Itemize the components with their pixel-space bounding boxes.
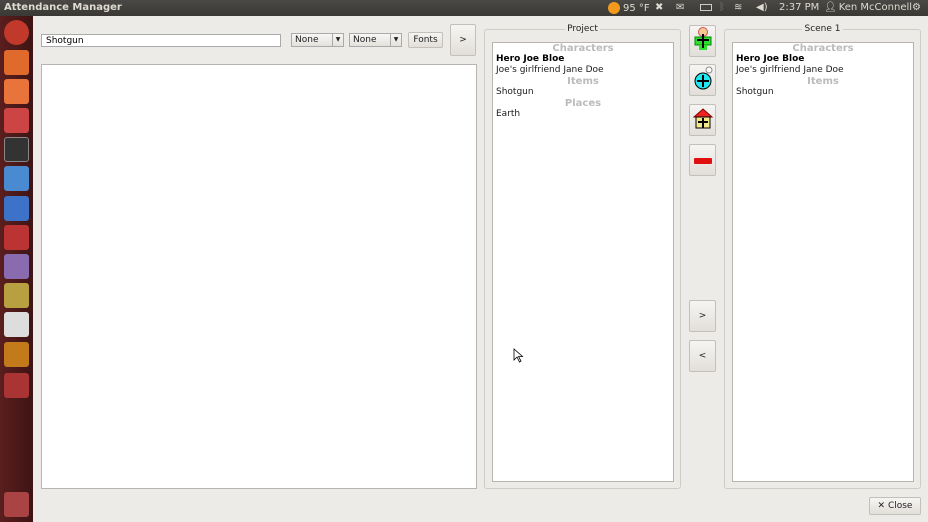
section-header: Characters <box>792 43 854 54</box>
list-item[interactable]: Shotgun <box>493 87 673 98</box>
add-character-button[interactable] <box>689 25 716 57</box>
writer-icon[interactable] <box>4 196 29 221</box>
project-group: Project Characters Hero Joe Bloe Joe's gir… <box>484 24 681 489</box>
dropbox-icon[interactable]: ✖ <box>655 2 663 13</box>
add-item-button[interactable] <box>689 64 716 96</box>
forward-button[interactable]: > <box>450 24 476 56</box>
combo-1[interactable]: None ▼ <box>291 33 344 47</box>
list-item[interactable]: Shotgun <box>733 87 913 98</box>
add-place-icon <box>692 108 713 129</box>
user-menu[interactable]: 👤︎ Ken McConnell <box>824 2 912 13</box>
settings-icon[interactable] <box>4 108 29 133</box>
chevron-down-icon: ▼ <box>390 34 401 46</box>
list-item[interactable]: Joe's girlfriend Jane Doe <box>493 65 673 76</box>
move-right-button[interactable]: > <box>689 300 716 332</box>
volume-icon[interactable]: ◀) <box>756 2 768 13</box>
text-editor-area[interactable] <box>41 64 477 489</box>
battery-icon[interactable] <box>700 4 712 11</box>
app-s-icon[interactable] <box>4 225 29 250</box>
bluetooth-icon[interactable]: ᛒ <box>719 2 725 13</box>
clock[interactable]: 2:37 PM <box>779 2 819 13</box>
list-item[interactable]: Hero Joe Bloe <box>493 54 673 65</box>
fonts-button[interactable]: Fonts <box>408 32 443 48</box>
weather-indicator[interactable]: 95 °F <box>608 2 650 14</box>
plot-creator-icon[interactable] <box>4 342 29 367</box>
remove-button[interactable] <box>689 144 716 176</box>
trash-icon[interactable] <box>4 492 29 517</box>
text-editor-icon[interactable] <box>4 312 29 337</box>
gear-icon[interactable]: ⚙ <box>912 2 921 13</box>
close-icon: ✕ <box>877 501 888 511</box>
section-header: Places <box>564 98 602 109</box>
sun-icon <box>608 2 620 14</box>
software-center-icon[interactable] <box>4 79 29 104</box>
window-title: Attendance Manager <box>4 2 122 13</box>
pidgin-icon[interactable] <box>4 254 29 279</box>
move-left-button[interactable]: < <box>689 340 716 372</box>
mail-icon[interactable]: ✉ <box>676 2 684 13</box>
list-item[interactable]: Joe's girlfriend Jane Doe <box>733 65 913 76</box>
project-title: Project <box>565 24 600 34</box>
user-icon: 👤︎ <box>824 2 837 13</box>
wifi-icon[interactable]: ≋ <box>734 2 742 13</box>
list-item[interactable]: Earth <box>493 109 673 120</box>
add-item-icon <box>694 66 712 90</box>
search-input[interactable] <box>41 34 281 47</box>
download-icon[interactable] <box>4 283 29 308</box>
add-place-button[interactable] <box>689 104 716 136</box>
mouse-cursor-icon <box>513 348 524 363</box>
section-header: Items <box>807 76 839 87</box>
section-header: Characters <box>552 43 614 54</box>
add-character-icon <box>694 27 711 50</box>
attendance-manager-icon[interactable] <box>4 373 29 398</box>
combo-2[interactable]: None ▼ <box>349 33 402 47</box>
files-icon[interactable] <box>4 50 29 75</box>
ubuntu-home-icon[interactable] <box>4 20 29 45</box>
terminal-icon[interactable] <box>4 137 29 162</box>
top-panel: Attendance Manager 95 °F ✖ ✉ ᛒ ≋ ◀) 2:37… <box>0 0 928 16</box>
close-button[interactable]: ✕ Close <box>869 497 921 515</box>
scene-title: Scene 1 <box>802 24 843 34</box>
chevron-down-icon: ▼ <box>332 34 343 46</box>
launcher <box>0 16 33 522</box>
chromium-icon[interactable] <box>4 166 29 191</box>
project-list[interactable]: Characters Hero Joe Bloe Joe's girlfriend … <box>492 42 674 482</box>
minus-icon <box>694 158 712 164</box>
scene-list[interactable]: Characters Hero Joe Bloe Joe's girlfriend … <box>732 42 914 482</box>
section-header: Items <box>567 76 599 87</box>
list-item[interactable]: Hero Joe Bloe <box>733 54 913 65</box>
scene-group: Scene 1 Characters Hero Joe Bloe Joe's gir… <box>724 24 921 489</box>
